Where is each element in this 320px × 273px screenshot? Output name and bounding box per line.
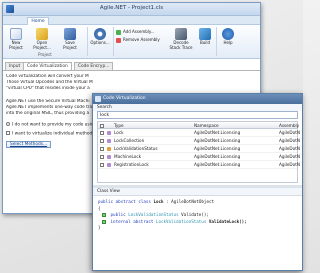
help-icon [222, 28, 234, 40]
build-button[interactable]: Build [196, 28, 214, 46]
window-title: Agile.NET - Project1.cls [99, 5, 164, 11]
code-keyword: public abstract class [98, 199, 151, 204]
row-checkbox[interactable] [100, 145, 106, 153]
enum-icon [107, 147, 111, 151]
row-checkbox[interactable] [100, 137, 106, 145]
dialog-icon [95, 96, 101, 102]
search-input[interactable]: lock [97, 111, 298, 119]
options-button[interactable]: Options... [89, 28, 111, 46]
class-icon [107, 139, 111, 143]
new-project-button[interactable]: New Project [6, 28, 26, 50]
table-empty-area [98, 169, 297, 182]
row-namespace: AgileDotNet.Licensing [194, 138, 241, 143]
class-icon [107, 131, 111, 135]
class-icon [107, 163, 111, 167]
table-header: Type Namespace Assembly [98, 122, 299, 129]
row-checkbox[interactable] [100, 129, 106, 137]
row-assembly: AgileDotN [279, 162, 300, 167]
code-method-name: Validate(); [181, 212, 209, 217]
remove-assembly-button[interactable]: Remove Assembly [116, 37, 160, 43]
column-header-type[interactable]: Type [114, 122, 124, 129]
checkbox[interactable] [6, 131, 10, 136]
open-project-button[interactable]: Open Project... [29, 28, 55, 50]
code-type: LockValidationStatus [128, 212, 179, 217]
class-view-code: public abstract class Lock : AgileDotNet… [93, 196, 302, 235]
group-label-project: Project [38, 52, 52, 57]
row-assembly: AgileDotN [279, 130, 300, 135]
type-table: Type Namespace Assembly Lock AgileDotNet… [97, 121, 300, 183]
row-type: RegistrationLock [114, 162, 149, 167]
save-project-button[interactable]: Save Project [58, 28, 82, 50]
row-namespace: AgileDotNet.Licensing [194, 130, 241, 135]
document-tabs: Input Code Virtualization Code Encryp... [3, 61, 260, 70]
stack-trace-icon [175, 28, 187, 40]
folder-icon [36, 28, 48, 40]
class-icon [107, 155, 111, 159]
tab-code-virtualization[interactable]: Code Virtualization [23, 62, 72, 70]
row-namespace: AgileDotNet.Licensing [194, 162, 241, 167]
column-header-assembly[interactable]: Assembly [279, 122, 299, 129]
code-keyword: public [110, 212, 126, 217]
dialog-title: Code Virtualization [103, 96, 146, 101]
method-checkbox[interactable] [102, 213, 106, 217]
row-type: Lock [114, 130, 124, 135]
method-checkbox[interactable] [102, 219, 106, 224]
row-type: LockCollection [114, 138, 145, 143]
header-checkbox[interactable] [100, 122, 106, 129]
code-keyword: internal abstract [110, 218, 154, 224]
table-row[interactable]: LockValidationStatus AgileDotNet.Licensi… [98, 145, 300, 153]
help-button[interactable]: Help [219, 28, 237, 46]
row-namespace: AgileDotNet.Licensing [194, 154, 241, 159]
dialog-title-bar: Code Virtualization [93, 94, 302, 104]
code-type: LockValidationStatus [155, 218, 207, 224]
add-assembly-button[interactable]: Add Assembly... [116, 29, 155, 35]
table-row[interactable]: MachineLock AgileDotNet.Licensing AgileD… [98, 153, 300, 161]
code-line: } [98, 225, 101, 230]
add-icon [116, 29, 121, 35]
ribbon-separator [216, 27, 217, 56]
row-type: LockValidationStatus [114, 146, 158, 151]
table-row[interactable]: LockCollection AgileDotNet.Licensing Agi… [98, 137, 300, 145]
tab-input[interactable]: Input [5, 62, 25, 70]
select-methods-button[interactable]: Select Methods... [6, 140, 52, 148]
ribbon-separator [87, 27, 88, 56]
table-row[interactable]: RegistrationLock AgileDotNet.Licensing A… [98, 161, 300, 169]
column-header-namespace[interactable]: Namespace [194, 122, 219, 129]
class-view-label: Class View [93, 188, 302, 196]
radio-button[interactable] [6, 122, 10, 127]
row-checkbox[interactable] [100, 153, 106, 161]
code-text: : AgileDotNetObject [166, 199, 215, 204]
row-checkbox[interactable] [100, 161, 106, 169]
gear-icon [94, 28, 106, 40]
table-row[interactable]: Lock AgileDotNet.Licensing AgileDotN [98, 129, 300, 137]
code-class-name: Lock [153, 199, 164, 204]
new-document-icon [10, 28, 22, 40]
remove-icon [116, 37, 121, 43]
row-assembly: AgileDotN [279, 138, 300, 143]
title-bar: Agile.NET - Project1.cls [3, 3, 260, 16]
row-type: MachineLock [114, 154, 142, 159]
tab-code-encryption[interactable]: Code Encryp... [74, 62, 114, 70]
row-namespace: AgileDotNet.Licensing [194, 146, 241, 151]
decode-stack-trace-button[interactable]: Decode Stack Trace [169, 28, 193, 50]
ribbon-separator [113, 27, 114, 56]
ribbon-tab-strip: Home [3, 16, 260, 25]
save-icon [64, 28, 76, 40]
row-assembly: AgileDotN [279, 154, 300, 159]
search-label: Search [93, 104, 302, 111]
ribbon: New Project Open Project... Save Project… [3, 25, 260, 59]
build-icon [199, 28, 211, 40]
row-assembly: AgileDotN [279, 146, 300, 151]
code-method-name: ValidateLock(); [208, 218, 247, 224]
code-virtualization-dialog: Code Virtualization Search lock Type Nam… [92, 93, 303, 271]
tab-home[interactable]: Home [27, 17, 49, 25]
